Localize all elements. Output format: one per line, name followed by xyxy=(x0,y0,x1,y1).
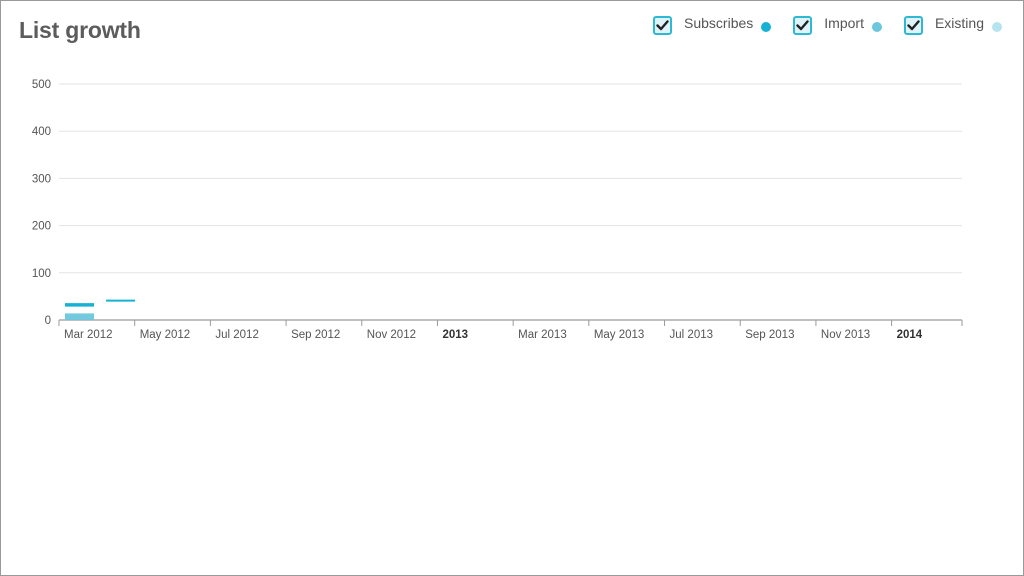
y-tick-label: 0 xyxy=(45,315,51,327)
x-tick-label: May 2013 xyxy=(594,329,645,341)
x-tick-label: 2013 xyxy=(442,329,468,341)
x-tick-label: May 2012 xyxy=(140,329,191,341)
x-tick-label: 2014 xyxy=(897,329,923,341)
bar-existing xyxy=(65,313,95,320)
x-tick-label: Sep 2013 xyxy=(745,329,794,341)
chart-plot: 0 100 200 300 400 500 Mar 2012 May 2012 Jul 2012… xyxy=(32,79,963,341)
y-tick-label: 300 xyxy=(32,173,51,185)
x-tick-label: Mar 2012 xyxy=(64,329,113,341)
y-tick-label: 400 xyxy=(32,126,51,138)
y-tick-label: 200 xyxy=(32,221,51,233)
x-tick-label: Mar 2013 xyxy=(518,329,567,341)
x-tick-label: Jul 2013 xyxy=(670,329,713,341)
x-tick-label: Jul 2012 xyxy=(215,329,258,341)
y-tick-label: 100 xyxy=(32,268,51,280)
x-tick-label: Nov 2012 xyxy=(367,329,416,341)
x-tick-label: Nov 2013 xyxy=(821,329,870,341)
x-tick-label: Sep 2012 xyxy=(291,329,340,341)
y-tick-label: 500 xyxy=(32,79,51,91)
